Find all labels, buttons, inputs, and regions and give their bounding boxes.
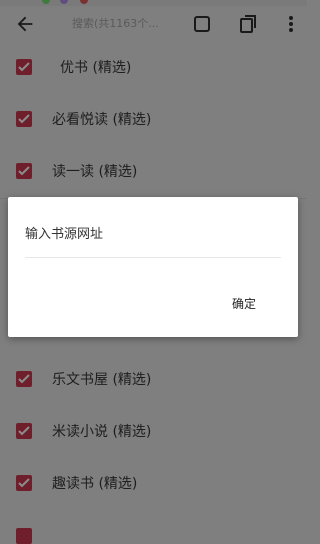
source-url-input[interactable] — [25, 211, 281, 258]
toolbar: 搜索(共1163个... — [0, 6, 307, 43]
more-icon[interactable] — [282, 14, 300, 34]
checkbox[interactable] — [16, 59, 32, 75]
list-item-label: 米读小说 (精选) — [52, 424, 152, 440]
back-icon[interactable] — [14, 13, 36, 35]
list-item-label: 优书 (精选) — [60, 60, 132, 76]
checkbox[interactable] — [16, 371, 32, 387]
list-item-label: 必看悦读 (精选) — [52, 112, 152, 128]
checkbox[interactable] — [16, 163, 32, 179]
copy-icon[interactable] — [240, 14, 258, 34]
checkbox[interactable] — [16, 528, 32, 544]
checkbox[interactable] — [16, 111, 32, 127]
checkbox[interactable] — [16, 423, 32, 439]
status-dot-green — [42, 0, 50, 4]
list-item[interactable]: 乐文书屋 (精选) — [0, 354, 307, 407]
list-item-label: 乐文书屋 (精选) — [52, 372, 152, 388]
status-dot-purple — [60, 0, 68, 4]
list-item[interactable]: 读一读 (精选) — [0, 146, 307, 199]
list-item[interactable]: 必看悦读 (精选) — [0, 94, 307, 147]
list-item-label: 趣读书 (精选) — [52, 476, 138, 492]
status-dot-red — [80, 0, 88, 4]
add-source-dialog: 确定 — [8, 197, 298, 337]
ok-button[interactable]: 确定 — [232, 295, 256, 312]
search-input[interactable]: 搜索(共1163个... — [72, 15, 172, 33]
list-item[interactable]: 趣读书 (精选) — [0, 458, 307, 511]
list-item[interactable]: 米读小说 (精选) — [0, 406, 307, 459]
checkbox[interactable] — [16, 475, 32, 491]
list-item[interactable]: 优书 (精选) — [0, 42, 307, 95]
list-item-label: 读一读 (精选) — [52, 164, 138, 180]
list-item[interactable] — [0, 510, 307, 544]
select-all-icon[interactable] — [193, 15, 211, 33]
